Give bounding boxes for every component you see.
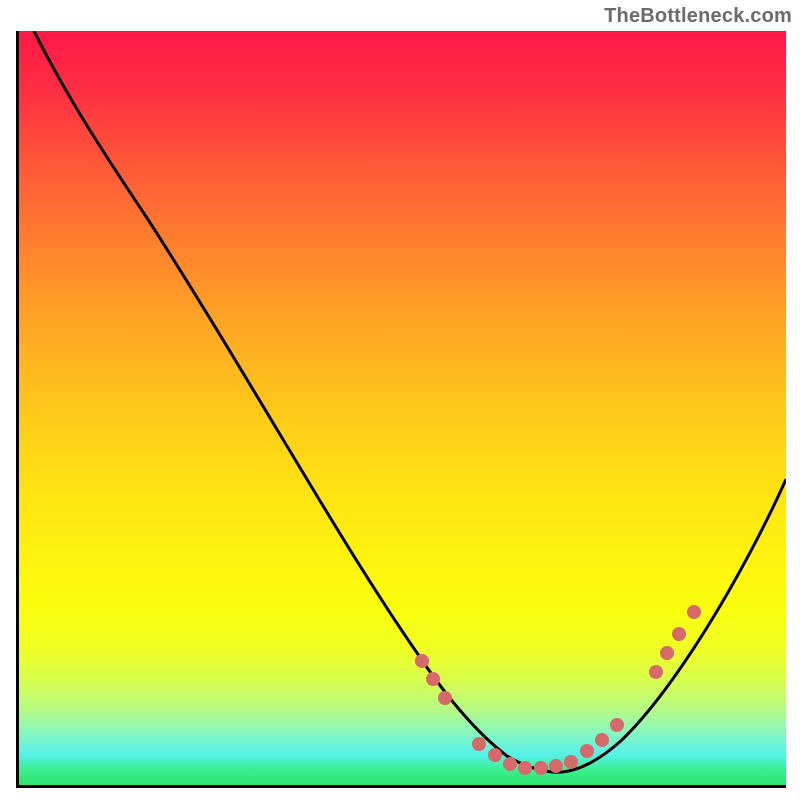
- curve-point: [488, 748, 502, 762]
- curve-point: [580, 744, 594, 758]
- curve-point: [564, 755, 578, 769]
- chart-plot-area: [16, 31, 786, 788]
- curve-point: [595, 733, 609, 747]
- curve-point: [415, 654, 429, 668]
- bottleneck-curve: [19, 31, 786, 785]
- curve-point: [426, 672, 440, 686]
- curve-point: [649, 665, 663, 679]
- watermark-text: TheBottleneck.com: [604, 5, 792, 28]
- curve-point: [687, 605, 701, 619]
- curve-point: [534, 761, 548, 775]
- curve-point: [660, 646, 674, 660]
- curve-point: [472, 737, 486, 751]
- curve-point: [518, 761, 532, 775]
- curve-point: [438, 691, 452, 705]
- curve-point: [610, 718, 624, 732]
- curve-point: [549, 759, 563, 773]
- curve-point: [503, 757, 517, 771]
- curve-point: [672, 627, 686, 641]
